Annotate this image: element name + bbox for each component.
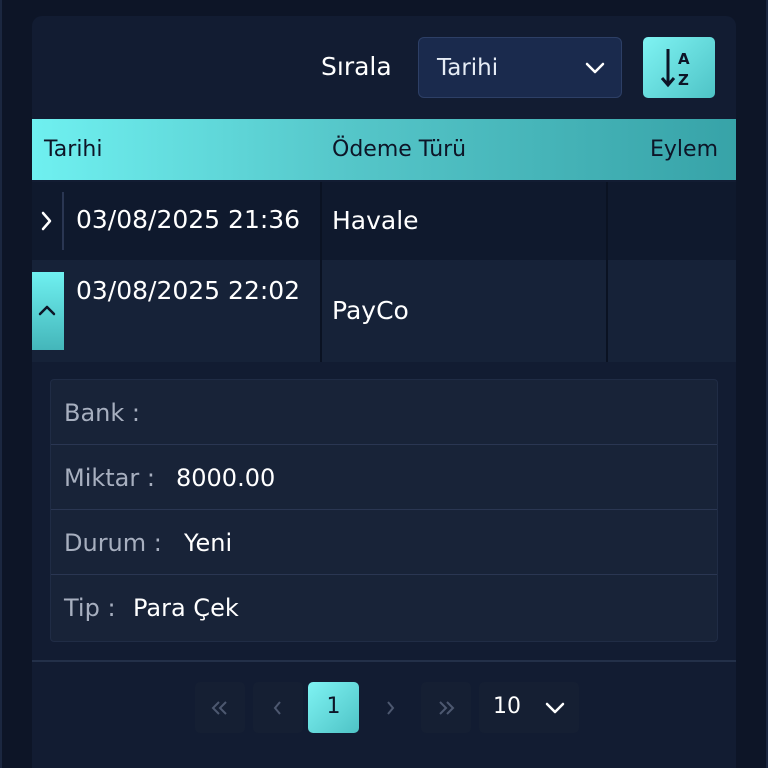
transactions-panel: Sırala Tarihi A Z Tarihi Ödeme Türü Eyle… [32, 16, 736, 768]
page-button-current[interactable]: 1 [308, 682, 359, 733]
divider [32, 660, 736, 662]
page-size-value: 10 [493, 694, 521, 719]
row-collapse-button[interactable] [32, 272, 64, 350]
row-expand-button[interactable] [32, 192, 64, 250]
detail-row-amount: Miktar : 8000.00 [51, 445, 717, 510]
current-page-number: 1 [326, 694, 341, 719]
table-row[interactable]: 03/08/2025 22:02 PayCo [32, 260, 736, 362]
double-chevron-left-icon [211, 700, 227, 715]
detail-row-type: Tip : Para Çek [51, 575, 717, 640]
chevron-down-icon [545, 702, 565, 714]
next-page-button[interactable] [365, 682, 415, 733]
chevron-right-icon [387, 700, 395, 715]
sort-select-value: Tarihi [437, 55, 499, 81]
page-size-select[interactable]: 10 [479, 682, 579, 733]
row-payment-type: PayCo [332, 296, 409, 325]
double-chevron-right-icon [439, 700, 455, 715]
cell-divider [320, 260, 322, 362]
sort-direction-button[interactable]: A Z [643, 37, 715, 98]
column-header-date[interactable]: Tarihi [44, 137, 103, 162]
first-page-button[interactable] [195, 682, 245, 733]
detail-value: Para Çek [133, 594, 239, 622]
row-date: 03/08/2025 22:02 [76, 276, 301, 305]
detail-row-status: Durum : Yeni [51, 510, 717, 575]
chevron-down-icon [585, 62, 605, 74]
row-date: 03/08/2025 21:36 [76, 205, 301, 234]
table-row[interactable]: 03/08/2025 21:36 Havale [32, 182, 736, 260]
detail-key: Tip : [64, 594, 116, 622]
detail-value: 8000.00 [176, 464, 276, 492]
cell-divider [320, 182, 322, 260]
svg-text:A: A [678, 50, 690, 68]
row-details: Bank : Miktar : 8000.00 Durum : Yeni Tip… [50, 379, 718, 642]
sort-alpha-icon: A Z [660, 49, 690, 89]
detail-value: Yeni [184, 529, 233, 557]
table-header: Tarihi Ödeme Türü Eylem [32, 119, 736, 180]
detail-key: Durum : [64, 529, 162, 557]
detail-key: Miktar : [64, 464, 155, 492]
last-page-button[interactable] [421, 682, 471, 733]
detail-key: Bank : [64, 399, 140, 427]
prev-page-button[interactable] [253, 682, 303, 733]
chevron-right-icon [41, 211, 52, 231]
sort-label: Sırala [321, 52, 392, 81]
detail-row-bank: Bank : [51, 380, 717, 445]
column-header-payment-type[interactable]: Ödeme Türü [332, 137, 466, 162]
cell-divider [606, 182, 608, 260]
row-payment-type: Havale [332, 206, 419, 235]
chevron-left-icon [273, 700, 281, 715]
column-header-action: Eylem [650, 137, 718, 162]
sort-select[interactable]: Tarihi [418, 37, 622, 98]
chevron-up-icon [38, 305, 56, 316]
cell-divider [606, 260, 608, 362]
svg-text:Z: Z [678, 71, 689, 89]
